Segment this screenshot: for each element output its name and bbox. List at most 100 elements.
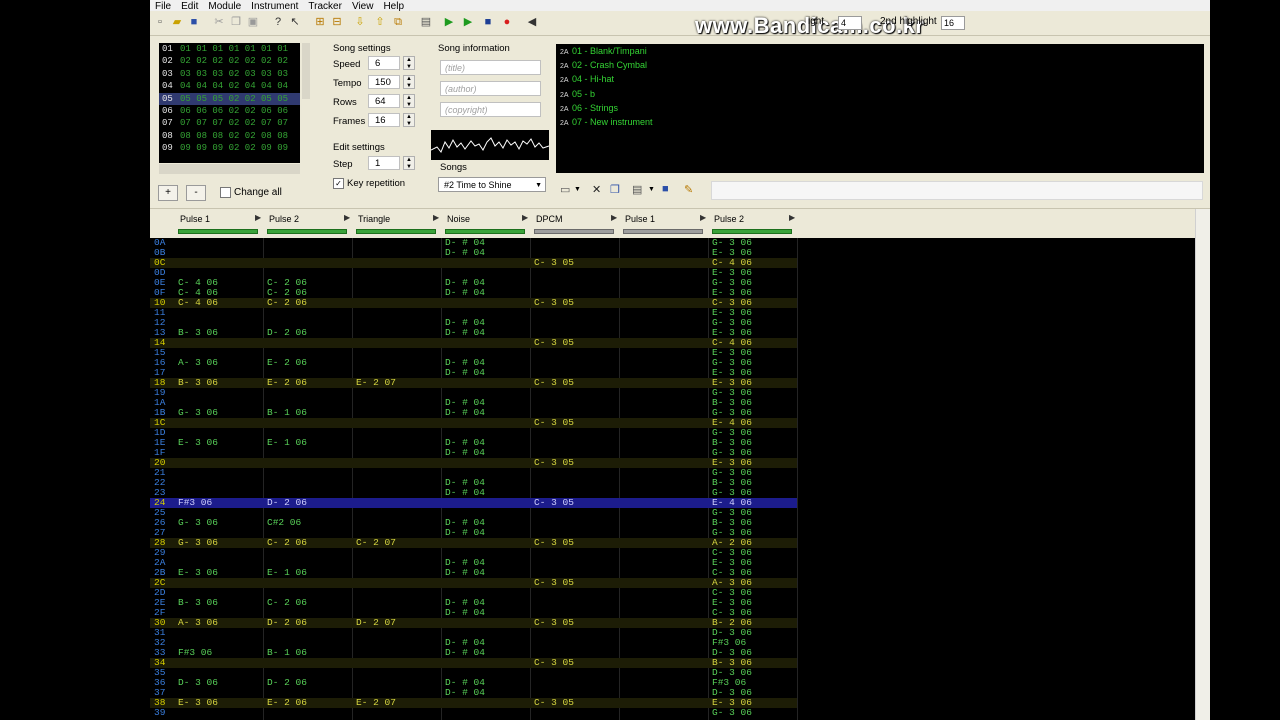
pattern-row[interactable]: 1F D- # 04 G- 3 06 [150,448,797,458]
pattern-cell[interactable]: C- 3 05 [534,698,574,708]
pattern-cell[interactable]: C- 2 06 [267,538,307,548]
pattern-row[interactable]: 0B D- # 04 E- 3 06 [150,248,797,258]
instrument-item[interactable]: 2A 02 - Crash Cymbal [556,58,1204,72]
about-icon[interactable]: ? [272,16,284,28]
pattern-cell[interactable]: D- # 04 [445,688,485,698]
pattern-row[interactable]: 14 C- 3 05 C- 4 06 [150,338,797,348]
pattern-cell[interactable]: D- 2 06 [267,618,307,628]
pattern-cell[interactable]: B- 1 06 [267,648,307,658]
frame-horizontal-scrollbar[interactable] [159,164,300,174]
pattern-cell[interactable]: C- 2 06 [267,598,307,608]
pattern-row-cursor[interactable]: 24 F#3 06 D- 2 06 C- 3 05 E- 4 06 [150,498,797,508]
pattern-cell[interactable]: D- # 04 [445,488,485,498]
frame-row[interactable]: 01 01 01 01 01 01 01 01 [159,43,300,55]
step-field[interactable]: 1 [368,156,400,170]
pattern-cell[interactable]: E- 3 06 [178,698,218,708]
channel-triangle[interactable]: Triangle ▶ [353,212,442,236]
pattern-cell[interactable]: D- 3 06 [178,678,218,688]
pattern-cell[interactable]: D- # 04 [445,608,485,618]
speed-spinner[interactable]: ▲ ▼ [403,56,415,70]
author-field[interactable]: (author) [440,81,541,96]
frame-row-selected[interactable]: 05 05 05 05 02 02 05 05 [159,92,300,105]
pattern-row[interactable]: 28 G- 3 06 C- 2 06 C- 2 07 C- 3 05 A- 2 06 [150,538,797,548]
pattern-cell[interactable]: C- 3 05 [534,538,574,548]
duplicate-frame-icon[interactable]: ⧉ [392,16,404,28]
remove-frame-button[interactable]: - [186,185,206,201]
frames-spinner[interactable]: ▲ ▼ [403,113,415,127]
move-frame-up-icon[interactable]: ⇧ [374,16,386,28]
pattern-cell[interactable]: D- # 04 [445,248,485,258]
checkbox-checked-icon[interactable]: ✓ [333,178,344,189]
pattern-cell[interactable]: F#3 06 [178,648,212,658]
previous-track-icon[interactable]: ◀ [526,16,538,28]
pattern-cell[interactable]: E- 2 06 [267,378,307,388]
frames-field[interactable]: 16 [368,113,400,127]
channel-pulse1[interactable]: Pulse 1 ▶ [175,212,264,236]
frame-row[interactable]: 03 03 03 03 02 03 03 03 [159,68,300,80]
pattern-row[interactable]: 17 D- # 04 E- 3 06 [150,368,797,378]
pattern-cell[interactable]: D- 2 06 [267,498,307,508]
load-instrument-icon[interactable]: ▤ [632,183,642,196]
instrument-list[interactable]: 2A 01 - Blank/Timpani 2A 02 - Crash Cymbal… [556,44,1204,173]
insert-frame-icon[interactable]: ⊞ [314,16,326,28]
pattern-cell[interactable]: C- 3 05 [534,618,574,628]
pattern-cell[interactable]: C- 3 05 [534,458,574,468]
pattern-cell[interactable]: D- # 04 [445,448,485,458]
instrument-item[interactable]: 2A 07 - New instrument [556,115,1204,129]
pattern-cell[interactable]: B- 3 06 [178,598,218,608]
pattern-cell[interactable]: E- 1 06 [267,438,307,448]
pattern-cell[interactable]: C- 3 05 [534,578,574,588]
help-pointer-icon[interactable]: ↖ [289,16,301,28]
pattern-vertical-scrollbar[interactable] [1195,209,1210,720]
pattern-cell[interactable]: C- 4 06 [178,298,218,308]
module-properties-icon[interactable]: ▤ [420,16,432,28]
stop-icon[interactable]: ■ [482,16,494,28]
chevron-down-icon[interactable]: ▼ [574,186,581,193]
pattern-row[interactable]: 2B E- 3 06 E- 1 06 D- # 04 C- 3 06 [150,568,797,578]
save-instrument-icon[interactable]: ■ [662,183,669,195]
rows-spinner[interactable]: ▲ ▼ [403,94,415,108]
pattern-cell[interactable]: D- # 04 [445,328,485,338]
pattern-cell[interactable]: B- 1 06 [267,408,307,418]
channel-dpcm[interactable]: DPCM ▶ [531,212,620,236]
pattern-cell[interactable]: C- 3 05 [534,258,574,268]
second-highlight-value[interactable]: 16 [941,16,965,30]
tempo-spinner[interactable]: ▲ ▼ [403,75,415,89]
open-file-icon[interactable]: ▰ [171,16,183,28]
pattern-cell[interactable]: D- 2 06 [267,328,307,338]
pattern-cell[interactable]: D- # 04 [445,288,485,298]
edit-instrument-icon[interactable]: ✎ [684,183,693,196]
pattern-cell[interactable]: C- 3 05 [534,338,574,348]
add-frame-button[interactable]: + [158,185,178,201]
pattern-cell[interactable]: E- 2 06 [267,698,307,708]
play-icon[interactable]: ▶ [443,16,455,28]
pattern-cell[interactable]: E- 3 06 [178,568,218,578]
record-icon[interactable]: ● [501,16,513,28]
instrument-item[interactable]: 2A 05 - b [556,87,1204,101]
pattern-row[interactable]: 23 D- # 04 G- 3 06 [150,488,797,498]
pattern-cell[interactable]: E- 2 07 [356,698,396,708]
pattern-row[interactable]: 30 A- 3 06 D- 2 06 D- 2 07 C- 3 05 B- 2 06 [150,618,797,628]
instrument-item[interactable]: 2A 01 - Blank/Timpani [556,44,1204,58]
copy-icon[interactable]: ❐ [230,16,242,28]
new-instrument-icon[interactable]: ▭ [560,183,570,196]
frame-row[interactable]: 07 07 07 07 02 02 07 07 [159,117,300,129]
pattern-row[interactable]: 0C C- 3 05 C- 4 06 [150,258,797,268]
copyright-field[interactable]: (copyright) [440,102,541,117]
frame-vertical-scrollbar[interactable] [302,43,310,99]
pattern-cell[interactable]: C- 3 05 [534,418,574,428]
title-field[interactable]: (title) [440,60,541,75]
pattern-cell[interactable]: D- # 04 [445,368,485,378]
highlight-spinner[interactable]: 4 [838,16,862,30]
pattern-cell[interactable]: G- 3 06 [178,408,218,418]
pattern-cell[interactable]: E- 2 07 [356,378,396,388]
pattern-cell[interactable]: C- 3 05 [534,298,574,308]
pattern-row[interactable]: 39 G- 3 06 [150,708,797,718]
pattern-cell[interactable]: C- 3 05 [534,498,574,508]
highlight-value[interactable]: 4 [838,16,862,30]
channel-mmc5-pulse2[interactable]: Pulse 2 ▶ [709,212,798,236]
channel-mmc5-pulse1[interactable]: Pulse 1 ▶ [620,212,709,236]
channel-noise[interactable]: Noise ▶ [442,212,531,236]
pattern-row[interactable]: 2F D- # 04 C- 3 06 [150,608,797,618]
cut-icon[interactable]: ✂ [213,16,225,28]
